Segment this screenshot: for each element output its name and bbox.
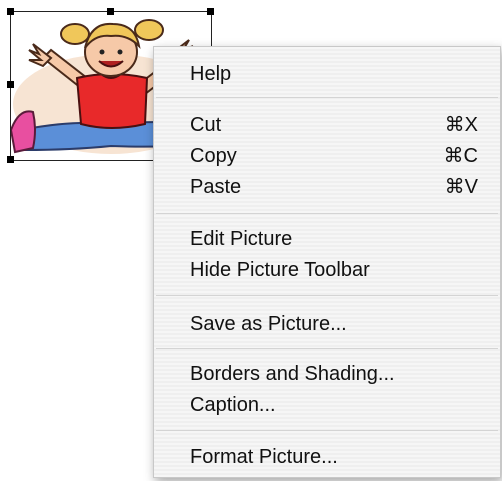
- menu-item-cut[interactable]: Cut ⌘X: [190, 110, 480, 140]
- menu-separator: [156, 213, 498, 214]
- resize-handle-bottom-left[interactable]: [7, 156, 14, 163]
- menu-separator: [156, 430, 498, 431]
- menu-item-caption[interactable]: Caption...: [190, 390, 480, 420]
- menu-item-label: Help: [190, 63, 232, 85]
- menu-shortcut: ⌘V: [444, 176, 478, 198]
- menu-shortcut: ⌘X: [444, 114, 478, 136]
- menu-item-label: Borders and Shading...: [190, 363, 395, 385]
- resize-handle-middle-left[interactable]: [7, 81, 14, 88]
- menu-separator: [156, 348, 498, 349]
- menu-item-hide-picture-toolbar[interactable]: Hide Picture Toolbar: [190, 255, 480, 285]
- menu-item-label: Format Picture...: [190, 446, 338, 468]
- menu-item-label: Hide Picture Toolbar: [190, 259, 370, 281]
- resize-handle-top-left[interactable]: [7, 8, 14, 15]
- menu-item-label: Cut: [190, 114, 222, 136]
- menu-item-label: Save as Picture...: [190, 313, 347, 335]
- menu-shortcut: ⌘C: [443, 145, 478, 167]
- menu-item-edit-picture[interactable]: Edit Picture: [190, 224, 480, 254]
- context-menu: Help Cut ⌘X Copy ⌘C Paste ⌘V Edit Pictur…: [153, 46, 501, 478]
- menu-item-label: Caption...: [190, 394, 276, 416]
- menu-item-label: Copy: [190, 145, 237, 167]
- menu-item-borders-and-shading[interactable]: Borders and Shading...: [190, 359, 480, 389]
- menu-item-copy[interactable]: Copy ⌘C: [190, 141, 480, 171]
- menu-item-label: Edit Picture: [190, 228, 293, 250]
- menu-item-save-as-picture[interactable]: Save as Picture...: [190, 309, 480, 339]
- menu-item-label: Paste: [190, 176, 242, 198]
- menu-item-help[interactable]: Help: [190, 59, 480, 89]
- menu-separator: [156, 295, 498, 296]
- resize-handle-top-middle[interactable]: [107, 8, 114, 15]
- menu-item-paste[interactable]: Paste ⌘V: [190, 172, 480, 202]
- resize-handle-top-right[interactable]: [207, 8, 214, 15]
- menu-item-format-picture[interactable]: Format Picture...: [190, 442, 480, 472]
- menu-separator: [156, 97, 498, 98]
